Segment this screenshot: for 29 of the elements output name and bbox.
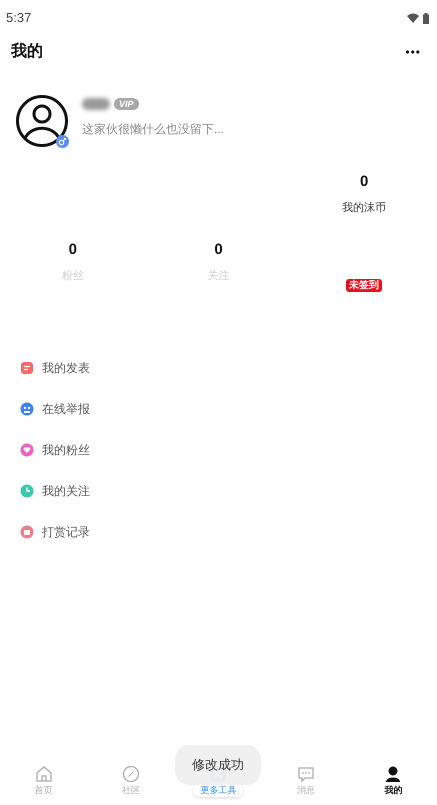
avatar-icon <box>16 95 68 147</box>
success-toast: 修改成功 <box>175 745 261 785</box>
profile-bio: 这家伙很懒什么也没留下... <box>82 121 224 138</box>
menu-item[interactable]: 打赏记录 <box>42 523 90 541</box>
menu-item[interactable]: 在线举报 <box>42 400 90 418</box>
home-icon <box>34 764 53 782</box>
robot-icon <box>20 402 34 416</box>
battery-icon <box>423 12 429 24</box>
gift-icon <box>20 525 34 539</box>
more-button[interactable]: ••• <box>405 43 421 61</box>
coin-label: 我的沫币 <box>342 200 386 216</box>
document-icon <box>20 361 34 375</box>
wifi-icon <box>407 13 419 23</box>
coin-count: 0 <box>360 172 368 192</box>
tab-item[interactable]: 我的 <box>350 764 437 797</box>
gender-icon <box>56 135 69 148</box>
sign-in-badge[interactable]: 未签到 <box>346 279 382 292</box>
page-title: 我的 <box>11 42 43 62</box>
chat-icon <box>296 764 315 782</box>
vip-badge: VIP <box>114 98 139 110</box>
menu-item[interactable]: 我的发表 <box>42 359 90 377</box>
status-time: 5:37 <box>6 9 32 28</box>
menu-item[interactable]: 我的粉丝 <box>42 441 90 459</box>
menu-item[interactable]: 我的关注 <box>42 482 90 500</box>
clock-icon <box>20 484 34 498</box>
stat-count: 0 <box>214 240 223 260</box>
stat-count: 0 <box>68 240 77 260</box>
person-icon <box>384 764 402 782</box>
compass-icon <box>122 764 140 782</box>
